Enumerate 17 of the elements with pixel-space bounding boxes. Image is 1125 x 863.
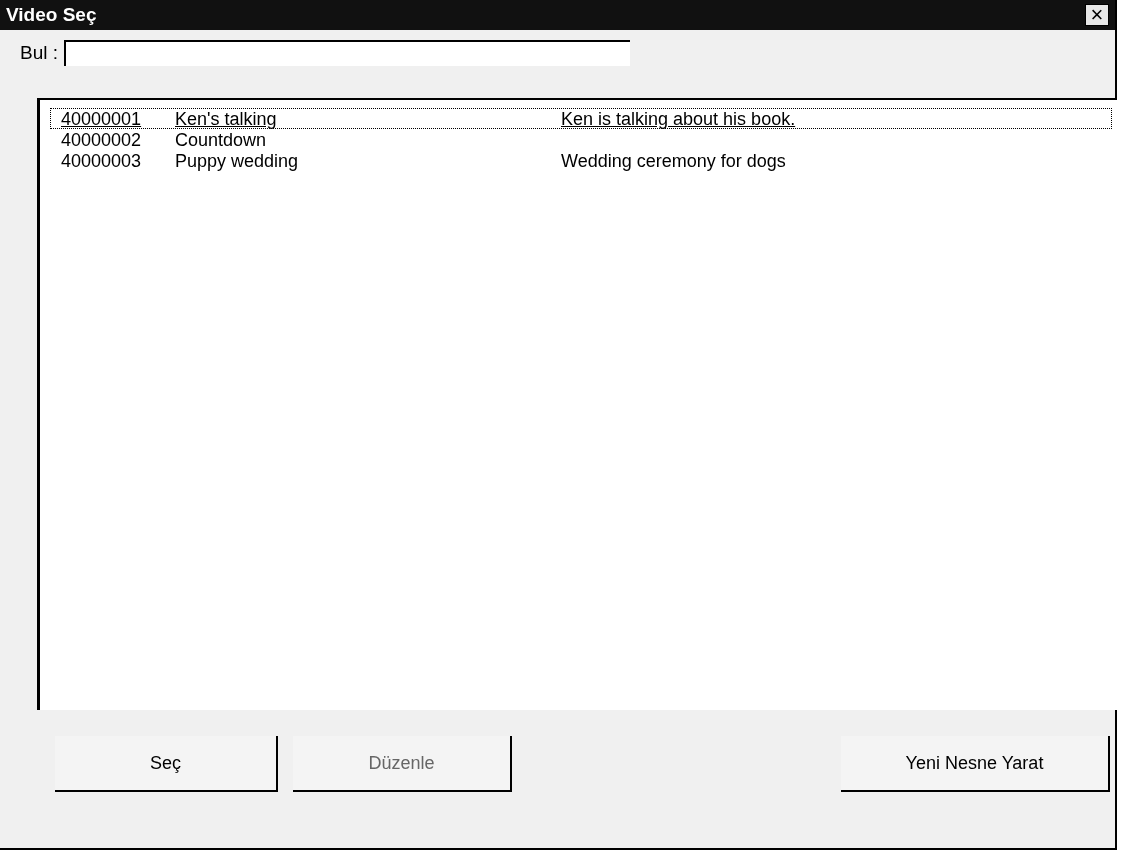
find-field[interactable] xyxy=(64,40,631,66)
list-cell-text: 40000002 xyxy=(61,130,143,151)
list-row[interactable]: 40000002 Countdown xyxy=(50,129,1112,150)
list-row[interactable]: 40000003 Puppy wedding Wedding ceremony for dogs xyxy=(50,150,1112,171)
list-row[interactable]: 40000001 Ken's talking Ken is talking about his book. xyxy=(50,108,1112,129)
list-cell-text: Ken is talking about his book. xyxy=(561,109,797,130)
list-cell-text: 40000003 xyxy=(61,151,143,172)
list-cell-text: Countdown xyxy=(175,130,268,151)
dialog-button[interactable]: Yeni Nesne Yarat xyxy=(841,736,1110,792)
list-cell-text: Puppy wedding xyxy=(175,151,300,172)
dialog-button[interactable]: Seç xyxy=(55,736,278,792)
window-title: Video Seç xyxy=(6,4,97,26)
list-cell-text: Ken's talking xyxy=(175,109,278,130)
close-button[interactable]: × xyxy=(1085,4,1109,26)
list-cell-text: 40000001 xyxy=(61,109,143,130)
find-label: Bul : xyxy=(20,42,59,64)
list-cell-text: Wedding ceremony for dogs xyxy=(561,151,787,172)
